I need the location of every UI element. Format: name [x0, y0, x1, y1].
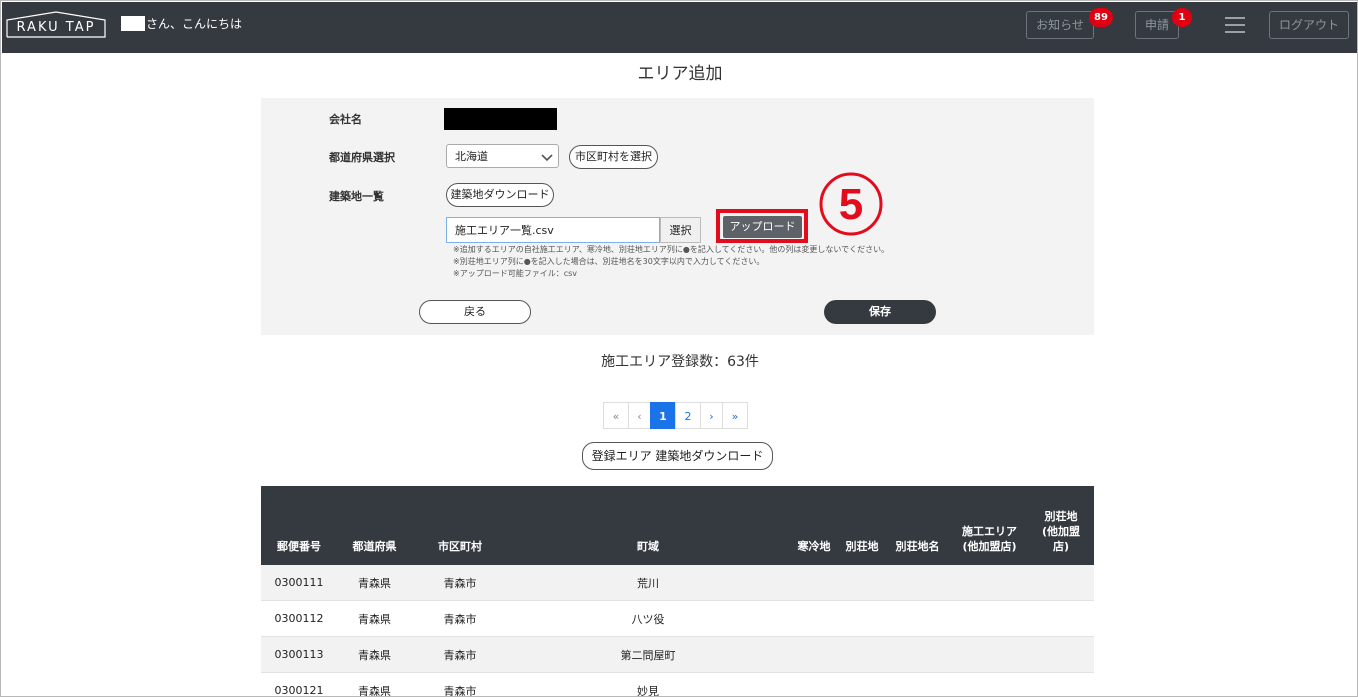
note-line: ※別荘地エリア列に●を記入した場合は、別荘地名を30文字以内で入力してください。: [453, 257, 765, 266]
select-city-button[interactable]: 市区町村を選択: [569, 145, 658, 169]
notice-count-badge: 89: [1089, 8, 1113, 27]
chevron-down-icon: [541, 154, 553, 162]
back-button[interactable]: 戻る: [419, 300, 531, 324]
prev-page-button[interactable]: ‹: [628, 402, 651, 429]
col-city: 市区町村: [412, 486, 508, 565]
page-2-button[interactable]: 2: [675, 402, 701, 429]
col-resort-other: 別荘地 (他加盟 店): [1028, 486, 1094, 565]
cell-city: 青森市: [412, 565, 508, 601]
registered-area-download-button[interactable]: 登録エリア 建築地ダウンロード: [582, 442, 773, 470]
col-postal-code: 郵便番号: [261, 486, 337, 565]
upload-notes: ※追加するエリアの自社施工エリア、寒冷地、別荘地エリア列に●を記入してください。…: [453, 244, 889, 280]
cell-resort-name: [884, 636, 951, 673]
cell-city: 青森市: [412, 600, 508, 637]
upload-button[interactable]: アップロード: [723, 216, 802, 238]
file-choose-button[interactable]: 選択: [660, 217, 701, 243]
cell-town: 八ツ役: [508, 600, 788, 637]
last-page-button[interactable]: »: [722, 402, 748, 429]
cell-construction-area-other: [951, 565, 1028, 601]
table-row: 0300121 青森県 青森市 妙見: [261, 672, 1094, 696]
company-label: 会社名: [329, 113, 362, 126]
cell-resort-other: [1028, 636, 1094, 673]
cell-prefecture: 青森県: [337, 672, 412, 696]
hamburger-menu-icon[interactable]: [1225, 17, 1245, 33]
logout-button[interactable]: ログアウト: [1269, 11, 1349, 39]
first-page-button[interactable]: «: [603, 402, 629, 429]
pagination: « ‹ 1 2 › »: [603, 402, 748, 429]
cell-resort-name: [884, 600, 951, 637]
cell-cold-region: [788, 565, 840, 601]
col-resort-name: 別荘地名: [884, 486, 951, 565]
application-count-badge: 1: [1172, 8, 1192, 27]
cell-construction-area-other: [951, 600, 1028, 637]
site-download-button[interactable]: 建築地ダウンロード: [446, 183, 554, 207]
cell-construction-area-other: [951, 636, 1028, 673]
cell-resort-name: [884, 565, 951, 601]
cell-resort: [840, 600, 884, 637]
company-name-redacted: [444, 108, 557, 130]
next-page-button[interactable]: ›: [700, 402, 723, 429]
site-list-label: 建築地一覧: [329, 190, 384, 203]
cell-resort: [840, 565, 884, 601]
cell-postal-code: 0300121: [261, 672, 337, 696]
cell-prefecture: 青森県: [337, 600, 412, 637]
col-resort: 別荘地: [840, 486, 884, 565]
step-5-marker-icon: 5: [819, 172, 883, 236]
greeting-text: さん、こんにちは: [146, 17, 243, 31]
csv-file-input[interactable]: 施工エリア一覧.csv: [446, 217, 660, 243]
cell-resort: [840, 636, 884, 673]
cell-resort-name: [884, 672, 951, 696]
table-row: 0300112 青森県 青森市 八ツ役: [261, 600, 1094, 637]
prefecture-select-value: 北海道: [455, 150, 488, 163]
note-line: ※アップロード可能ファイル：csv: [453, 269, 578, 278]
cell-cold-region: [788, 636, 840, 673]
cell-resort: [840, 672, 884, 696]
cell-city: 青森市: [412, 636, 508, 673]
cell-town: 第二問屋町: [508, 636, 788, 673]
cell-postal-code: 0300113: [261, 636, 337, 673]
cell-cold-region: [788, 600, 840, 637]
page-1-button[interactable]: 1: [650, 402, 676, 429]
prefecture-select[interactable]: 北海道: [446, 144, 559, 168]
cell-cold-region: [788, 672, 840, 696]
table-row: 0300113 青森県 青森市 第二問屋町: [261, 636, 1094, 673]
table-header-row: 郵便番号 都道府県 市区町村 町域 寒冷地 別荘地 別荘地名 施工エリア (他加…: [261, 486, 1094, 565]
note-line: ※追加するエリアの自社施工エリア、寒冷地、別荘地エリア列に●を記入してください。…: [453, 245, 890, 254]
cell-postal-code: 0300111: [261, 565, 337, 601]
col-cold-region: 寒冷地: [788, 486, 840, 565]
browser-viewport: RAKU TAP さん、こんにちは お知らせ 89 申請 1 ログアウト エリア…: [0, 0, 1358, 697]
cell-construction-area-other: [951, 672, 1028, 696]
cell-prefecture: 青森県: [337, 636, 412, 673]
col-construction-area-other: 施工エリア (他加盟店): [951, 486, 1028, 565]
cell-resort-other: [1028, 600, 1094, 637]
cell-town: 妙見: [508, 672, 788, 696]
col-town: 町域: [508, 486, 788, 565]
col-prefecture: 都道府県: [337, 486, 412, 565]
table-row: 0300111 青森県 青森市 荒川: [261, 565, 1094, 601]
raku-tap-logo[interactable]: RAKU TAP: [6, 11, 106, 38]
cell-postal-code: 0300112: [261, 600, 337, 637]
prefecture-label: 都道府県選択: [329, 151, 395, 164]
cell-prefecture: 青森県: [337, 565, 412, 601]
registered-area-count: 施工エリア登録数：63件: [601, 354, 759, 370]
page-title: エリア追加: [637, 64, 723, 84]
notice-button[interactable]: お知らせ: [1026, 11, 1094, 39]
save-button[interactable]: 保存: [824, 300, 936, 324]
cell-town: 荒川: [508, 565, 788, 601]
logo-text: RAKU TAP: [16, 20, 96, 35]
cell-resort-other: [1028, 672, 1094, 696]
cell-resort-other: [1028, 565, 1094, 601]
step-number: 5: [839, 180, 863, 229]
cell-city: 青森市: [412, 672, 508, 696]
area-table: 郵便番号 都道府県 市区町村 町域 寒冷地 別荘地 別荘地名 施工エリア (他加…: [261, 486, 1094, 696]
user-name-redacted: [121, 16, 145, 31]
